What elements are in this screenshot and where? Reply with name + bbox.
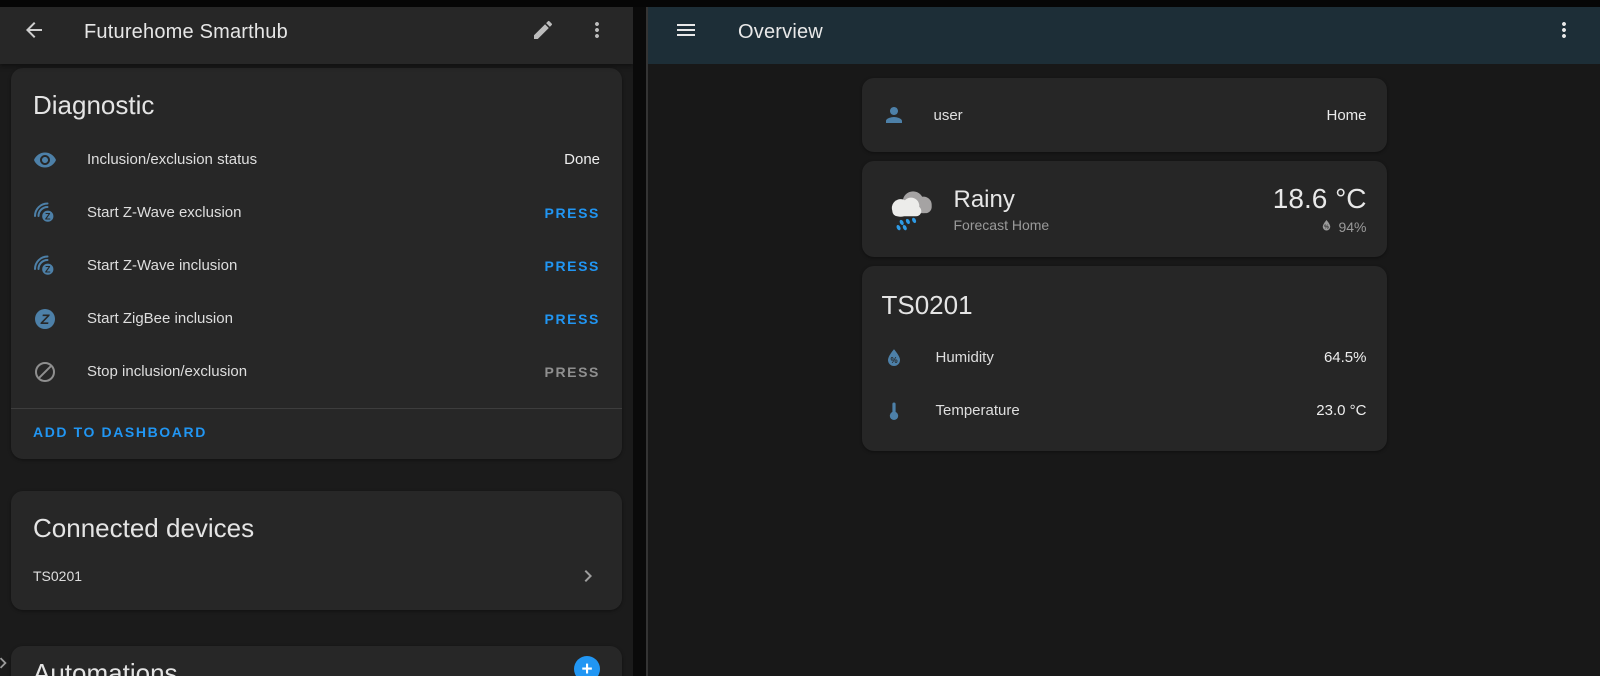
zigbee-icon: Z [33, 307, 57, 331]
diagnostic-row-inclusion-status: Inclusion/exclusion status Done [11, 133, 622, 186]
connected-devices-title: Connected devices [11, 491, 622, 556]
zwave-icon: Z [33, 201, 57, 225]
press-button-disabled: PRESS [545, 364, 600, 380]
svg-text:Z: Z [45, 264, 51, 274]
sidebar-toggle-button[interactable] [674, 20, 698, 44]
water-percent-icon: % [1319, 218, 1334, 236]
ts0201-card: TS0201 % Humidity 64.5% Temperature 23.0… [862, 266, 1387, 451]
diagnostic-row-zigbee-inclusion: Z Start ZigBee inclusion PRESS [11, 292, 622, 345]
thermometer-icon [882, 399, 906, 423]
overview-panel: Overview user Home [646, 0, 1600, 676]
user-entity-card[interactable]: user Home [862, 78, 1387, 152]
diagnostic-card-footer: ADD TO DASHBOARD [11, 409, 622, 459]
person-icon [882, 103, 906, 127]
right-overflow-menu-button[interactable] [1552, 20, 1576, 44]
device-detail-panel: Futurehome Smarthub Diagnostic Inclusion… [0, 0, 633, 676]
user-entity-name: user [934, 107, 1327, 124]
back-button[interactable] [22, 20, 46, 44]
weather-entity-name: Forecast Home [954, 217, 1273, 233]
automations-card: Automations + [11, 646, 622, 676]
svg-text:Z: Z [40, 311, 50, 327]
row-label: Start Z-Wave inclusion [87, 257, 545, 274]
window-divider [633, 0, 646, 676]
dots-vertical-icon [1552, 18, 1576, 47]
diagnostic-card-title: Diagnostic [11, 68, 622, 133]
diagnostic-row-zwave-exclusion: Z Start Z-Wave exclusion PRESS [11, 186, 622, 239]
connected-device-item-ts0201[interactable]: TS0201 [11, 556, 622, 610]
dashboard-column[interactable]: user Home [648, 64, 1600, 676]
weather-humidity: 94% [1338, 219, 1366, 235]
user-entity-state: Home [1326, 107, 1366, 124]
edit-button[interactable] [531, 20, 555, 44]
diagnostic-row-stop: Stop inclusion/exclusion PRESS [11, 345, 622, 398]
ts0201-card-title: TS0201 [862, 266, 1387, 331]
left-app-bar: Futurehome Smarthub [0, 0, 633, 64]
plus-icon: + [581, 660, 592, 676]
row-label: Start ZigBee inclusion [87, 310, 545, 327]
press-button[interactable]: PRESS [545, 258, 600, 274]
diagnostic-row-zwave-inclusion: Z Start Z-Wave inclusion PRESS [11, 239, 622, 292]
humidity-icon: % [882, 346, 906, 370]
row-label: Humidity [936, 349, 1324, 366]
humidity-row[interactable]: % Humidity 64.5% [862, 331, 1387, 384]
svg-text:%: % [890, 356, 897, 365]
zwave-icon: Z [33, 254, 57, 278]
connected-devices-card: Connected devices TS0201 [11, 491, 622, 610]
row-value: 23.0 °C [1316, 402, 1366, 419]
rainy-cloud-icon [882, 180, 940, 238]
press-button[interactable]: PRESS [545, 205, 600, 221]
add-automation-button[interactable]: + [574, 656, 600, 676]
temperature-row[interactable]: Temperature 23.0 °C [862, 384, 1387, 437]
row-label: Temperature [936, 402, 1317, 419]
device-name: TS0201 [33, 568, 82, 584]
block-icon [33, 360, 57, 384]
diagnostic-card: Diagnostic Inclusion/exclusion status Do… [11, 68, 622, 459]
weather-card[interactable]: Rainy Forecast Home 18.6 °C % 94% [862, 161, 1387, 257]
row-value: Done [564, 151, 600, 168]
overview-title: Overview [738, 21, 823, 44]
window-top-edge [0, 0, 1600, 7]
automations-title: Automations [33, 654, 178, 676]
arrow-back-icon [22, 18, 46, 47]
row-label: Stop inclusion/exclusion [87, 363, 545, 380]
right-app-bar: Overview [648, 0, 1600, 64]
press-button[interactable]: PRESS [545, 311, 600, 327]
row-label: Start Z-Wave exclusion [87, 204, 545, 221]
hamburger-menu-icon [674, 18, 698, 47]
row-value: 64.5% [1324, 349, 1367, 366]
chevron-right-icon [576, 564, 600, 588]
left-overflow-menu-button[interactable] [585, 20, 609, 44]
pencil-icon [531, 18, 555, 47]
add-to-dashboard-button[interactable]: ADD TO DASHBOARD [33, 424, 207, 440]
row-label: Inclusion/exclusion status [87, 151, 564, 168]
dots-vertical-icon [585, 18, 609, 47]
weather-temperature: 18.6 °C [1273, 183, 1367, 215]
left-scroll-area[interactable]: Diagnostic Inclusion/exclusion status Do… [0, 64, 633, 676]
page-title: Futurehome Smarthub [84, 21, 288, 44]
svg-text:%: % [1325, 224, 1330, 230]
weather-state: Rainy [954, 186, 1273, 214]
edge-chevron-icon [0, 650, 14, 676]
eye-icon [33, 148, 57, 172]
svg-text:Z: Z [45, 211, 51, 221]
